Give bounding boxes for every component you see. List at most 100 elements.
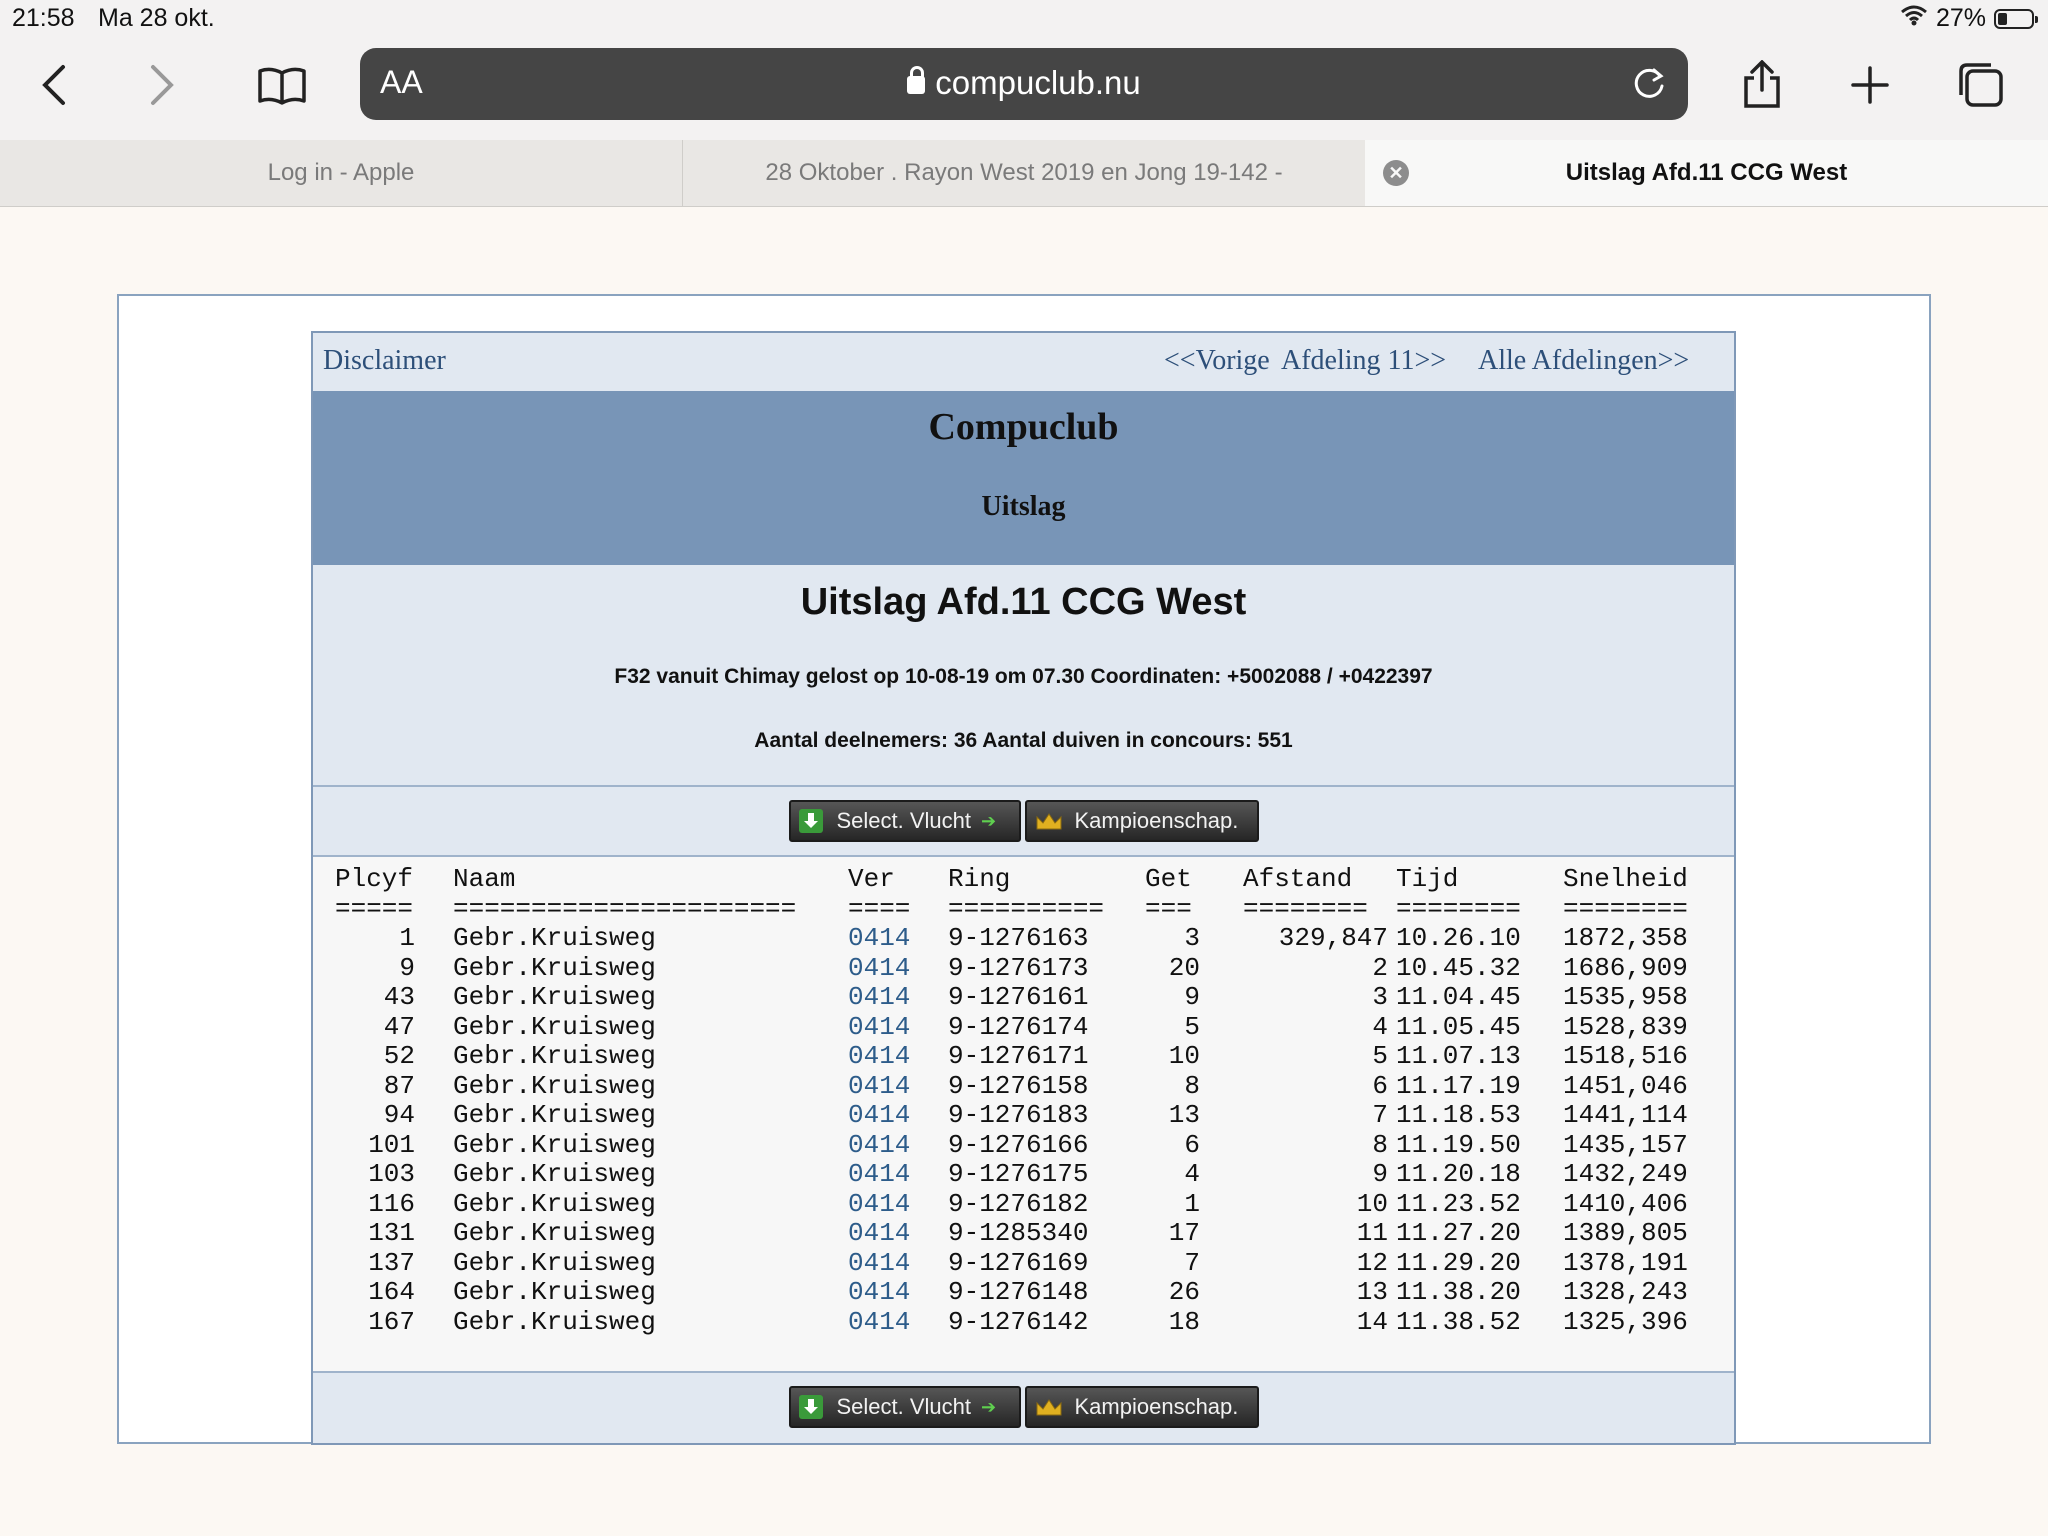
cell-ring: 9-1276163 [948,923,1089,953]
tab-uitslag-active[interactable]: ✕ Uitslag Afd.11 CCG West [1365,140,2048,206]
select-flight-button[interactable]: Select. Vlucht ➔ [788,1386,1021,1428]
cell-afstand: 14 [1356,1306,1388,1337]
cell-ver[interactable]: 0414 [848,1100,918,1131]
column-header: ======== [1396,893,1521,924]
cell-ver[interactable]: 0414 [848,1159,918,1190]
table-row: 137 Gebr.Kruisweg 0414 9-1276169 7 12 11.29.20… [313,1247,1734,1279]
forward-icon[interactable] [132,60,192,110]
cell-ver[interactable]: 0414 [848,982,918,1013]
cell-tijd: 10.45.32 [1396,952,1521,983]
cell-snelheid: 1410,406 [1563,1188,1688,1219]
button-row-top: Select. Vlucht ➔ Kampioenschap. [313,787,1734,857]
cell-afstand: 329,847 [1278,923,1388,953]
cell-ver[interactable]: 0414 [848,1307,918,1338]
table-row: 94 Gebr.Kruisweg 0414 9-1276183 13 7 11.18.53 1… [313,1100,1734,1131]
site-title: Compuclub [928,406,1119,448]
tab-rayon-west[interactable]: 28 Oktober . Rayon West 2019 en Jong 19-… [683,140,1365,206]
table-row: 1 Gebr.Kruisweg 0414 9-1276163 3 329,847 10.26… [313,923,1734,954]
cell-snelheid: 1528,839 [1563,1011,1688,1042]
cell-plcyf: 116 [368,1188,415,1219]
cell-snelheid: 1432,249 [1563,1159,1688,1189]
share-icon[interactable] [1732,60,1792,110]
column-header: Plcyf [335,864,414,894]
cell-afstand: 12 [1356,1247,1388,1278]
cell-ring: 9-1276183 [948,1100,1089,1130]
cell-naam: Gebr.Kruisweg [453,982,656,1012]
status-date: Ma 28 okt. [98,4,215,32]
table-row: 47 Gebr.Kruisweg 0414 9-1276174 5 4 11.05.45 15… [313,1011,1734,1043]
all-afdelingen-link[interactable]: Alle Afdelingen>> [1478,345,1689,377]
cell-naam: Gebr.Kruisweg [453,1159,656,1189]
cell-ver[interactable]: 0414 [848,1012,918,1043]
cell-afstand: 11 [1356,1218,1388,1248]
new-tab-icon[interactable] [1840,60,1900,110]
cell-snelheid: 1378,191 [1563,1247,1688,1278]
cell-naam: Gebr.Kruisweg [453,1129,656,1160]
bookmarks-icon[interactable] [252,60,312,110]
flight-details: F32 vanuit Chimay gelost op 10-08-19 om … [614,665,1433,688]
url-text: compuclub.nu [935,64,1141,101]
cell-naam: Gebr.Kruisweg [453,1277,656,1307]
cell-tijd: 11.05.45 [1396,1011,1521,1042]
address-bar[interactable]: AA compuclub.nu [360,48,1688,120]
cell-naam: Gebr.Kruisweg [453,1011,656,1042]
back-icon[interactable] [24,60,84,110]
cell-get: 26 [1168,1277,1200,1307]
championship-button[interactable]: Kampioenschap. [1024,800,1259,842]
column-header: Get [1145,864,1192,894]
cell-ring: 9-1276182 [948,1188,1089,1219]
arrow-right-icon: ➔ [981,810,997,831]
cell-ring: 9-1285340 [948,1218,1089,1248]
cell-ver[interactable]: 0414 [848,1189,918,1220]
cell-ver[interactable]: 0414 [848,1071,918,1102]
cell-ver[interactable]: 0414 [848,1248,918,1279]
column-header: Ring [948,864,1011,894]
cell-ring: 9-1276166 [948,1129,1089,1160]
reload-icon[interactable] [1630,64,1668,107]
cell-ver[interactable]: 0414 [848,1218,918,1249]
cell-ver[interactable]: 0414 [848,923,918,954]
cell-ver[interactable]: 0414 [848,1130,918,1161]
column-header: ==== [848,893,911,924]
select-flight-button[interactable]: Select. Vlucht ➔ [788,800,1021,842]
cell-ver[interactable]: 0414 [848,1041,918,1072]
table-row: 103 Gebr.Kruisweg 0414 9-1276175 4 9 11.20.18 1… [313,1159,1734,1190]
cell-ring: 9-1276174 [948,1011,1089,1042]
cell-get: 10 [1168,1041,1200,1071]
site-banner: Compuclub Uitslag [313,391,1734,565]
tab-log-in-apple[interactable]: Log in - Apple [0,140,683,206]
table-row: 167 Gebr.Kruisweg 0414 9-1276142 18 14 11.38.5… [313,1306,1734,1338]
cell-naam: Gebr.Kruisweg [453,952,656,983]
cell-plcyf: 52 [383,1041,415,1071]
close-tab-icon[interactable]: ✕ [1383,160,1409,186]
cell-naam: Gebr.Kruisweg [453,923,656,953]
cell-get: 13 [1168,1100,1200,1130]
cell-ring: 9-1276175 [948,1159,1089,1189]
tab-bar: Log in - Apple 28 Oktober . Rayon West 2… [0,140,2048,207]
cell-snelheid: 1518,516 [1563,1041,1688,1071]
download-icon [798,809,823,833]
cell-tijd: 11.29.20 [1396,1247,1521,1278]
afdeling-link[interactable]: Afdeling 11>> [1281,345,1446,377]
cell-get: 6 [1184,1129,1200,1160]
cell-ver[interactable]: 0414 [848,1277,918,1308]
url-display[interactable]: compuclub.nu [360,64,1688,102]
column-header: ======== [1243,893,1368,924]
cell-ver[interactable]: 0414 [848,953,918,984]
cell-plcyf: 9 [399,952,415,983]
crown-icon [1036,1399,1061,1416]
disclaimer-link[interactable]: Disclaimer [323,345,446,377]
prev-link[interactable]: <<Vorige [1164,345,1270,377]
table-row: 164 Gebr.Kruisweg 0414 9-1276148 26 13 11.38.2… [313,1277,1734,1308]
cell-naam: Gebr.Kruisweg [453,1041,656,1071]
tabs-overview-icon[interactable] [1950,60,2010,110]
cell-afstand: 7 [1372,1100,1388,1130]
cell-snelheid: 1328,243 [1563,1277,1688,1307]
cell-tijd: 10.26.10 [1396,923,1521,953]
table-row: 43 Gebr.Kruisweg 0414 9-1276161 9 3 11.04.45 15… [313,982,1734,1013]
column-header: Naam [453,864,516,894]
championship-button[interactable]: Kampioenschap. [1024,1386,1259,1428]
table-row: 52 Gebr.Kruisweg 0414 9-1276171 10 5 11.07.13 1… [313,1041,1734,1072]
column-header: Snelheid [1563,864,1688,894]
cell-get: 4 [1184,1159,1200,1189]
